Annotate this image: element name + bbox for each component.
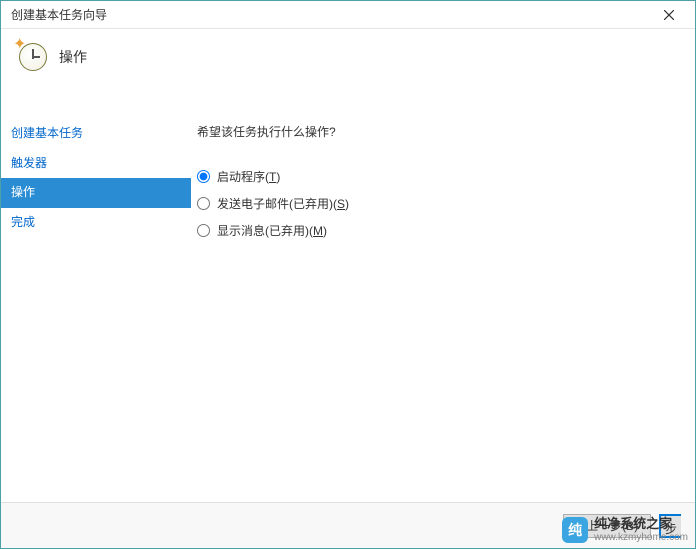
sidebar-item-trigger[interactable]: 触发器 [1, 149, 191, 179]
radio-start-program-input[interactable] [197, 170, 210, 183]
next-button-label: 下一步(N) > [663, 514, 680, 538]
back-button-label: < 上一步(B) [576, 517, 638, 534]
back-button[interactable]: < 上一步(B) [563, 514, 651, 538]
wizard-window: 创建基本任务向导 ✦ 操作 创建基本任务 触发器 操作 完成 希望该任务执行什么… [0, 0, 696, 549]
window-title: 创建基本任务向导 [11, 6, 107, 23]
wizard-sidebar: 创建基本任务 触发器 操作 完成 [1, 99, 191, 502]
sidebar-item-action[interactable]: 操作 [1, 178, 191, 208]
close-icon [664, 10, 674, 20]
title-bar: 创建基本任务向导 [1, 1, 695, 29]
prompt-text: 希望该任务执行什么操作? [197, 123, 675, 140]
radio-send-email-label: 发送电子邮件(已弃用)(S) [217, 195, 349, 212]
sidebar-item-finish[interactable]: 完成 [1, 208, 191, 238]
wizard-content: 希望该任务执行什么操作? 启动程序(T) 发送电子邮件(已弃用)(S) [191, 99, 695, 502]
radio-send-email[interactable]: 发送电子邮件(已弃用)(S) [197, 195, 675, 212]
radio-show-message-input[interactable] [197, 224, 210, 237]
task-clock-icon: ✦ [15, 39, 47, 71]
close-button[interactable] [649, 2, 689, 28]
next-button[interactable]: 下一步(N) > [659, 514, 681, 538]
action-radio-group: 启动程序(T) 发送电子邮件(已弃用)(S) 显示消息(已弃用)(M) [197, 168, 675, 239]
wizard-header: ✦ 操作 [1, 29, 695, 99]
radio-start-program-label: 启动程序(T) [217, 168, 280, 185]
radio-send-email-input[interactable] [197, 197, 210, 210]
radio-show-message-label: 显示消息(已弃用)(M) [217, 222, 327, 239]
wizard-body: 创建基本任务 触发器 操作 完成 希望该任务执行什么操作? 启动程序(T) 发送… [1, 99, 695, 502]
sidebar-item-create-task[interactable]: 创建基本任务 [1, 119, 191, 149]
wizard-button-bar: < 上一步(B) 下一步(N) > [1, 502, 695, 548]
radio-start-program[interactable]: 启动程序(T) [197, 168, 675, 185]
radio-show-message[interactable]: 显示消息(已弃用)(M) [197, 222, 675, 239]
page-title: 操作 [59, 39, 87, 67]
